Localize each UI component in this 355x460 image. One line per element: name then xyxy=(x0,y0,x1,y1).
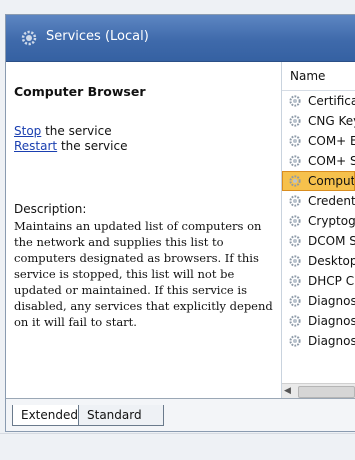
service-row[interactable]: DHCP C xyxy=(282,271,355,291)
scroll-left-icon[interactable]: ◀ xyxy=(284,386,291,396)
service-gear-icon xyxy=(289,295,301,307)
service-gear-icon xyxy=(289,255,301,267)
service-row-name: COM+ S xyxy=(308,154,355,168)
service-gear-icon xyxy=(289,235,301,247)
services-rows: Certifica CNG Key COM+ E COM+ S Comput Creden… xyxy=(282,91,355,351)
restart-action-text: the service xyxy=(57,139,128,153)
service-gear-icon xyxy=(289,215,301,227)
view-tabs: Extended Standard xyxy=(6,398,355,431)
service-row-name: Comput xyxy=(308,174,355,188)
service-row-name: DHCP C xyxy=(308,274,355,288)
service-gear-icon xyxy=(289,175,301,187)
service-detail-panel: Computer Browser Stop the service Restar… xyxy=(6,62,279,399)
scrollbar-thumb[interactable] xyxy=(298,386,355,398)
service-row-name: COM+ E xyxy=(308,134,355,148)
service-row-name: CNG Key xyxy=(308,114,355,128)
stop-link[interactable]: Stop xyxy=(14,124,41,138)
service-row-name: Diagnos xyxy=(308,314,355,328)
services-header: Services (Local) xyxy=(6,15,355,62)
tab-standard[interactable]: Standard xyxy=(78,405,164,426)
service-row[interactable]: Desktop xyxy=(282,251,355,271)
service-row[interactable]: Diagnos xyxy=(282,311,355,331)
description-text: Maintains an updated list of computers o… xyxy=(14,219,273,329)
restart-link[interactable]: Restart xyxy=(14,139,57,153)
service-row[interactable]: Comput xyxy=(282,171,355,191)
service-row-name: Cryptog xyxy=(308,214,355,228)
description-label: Description: xyxy=(14,202,87,216)
service-gear-icon xyxy=(289,315,301,327)
service-row-name: Desktop xyxy=(308,254,355,268)
service-gear-icon xyxy=(289,135,301,147)
service-name-title: Computer Browser xyxy=(14,84,146,99)
horizontal-scrollbar[interactable]: ◀ xyxy=(282,383,355,399)
service-row[interactable]: Diagnos xyxy=(282,291,355,311)
service-row[interactable]: DCOM S xyxy=(282,231,355,251)
service-gear-icon xyxy=(289,155,301,167)
service-row[interactable]: Certifica xyxy=(282,91,355,111)
service-row[interactable]: CNG Key xyxy=(282,111,355,131)
service-row[interactable]: COM+ E xyxy=(282,131,355,151)
service-row[interactable]: Credent xyxy=(282,191,355,211)
service-row[interactable]: COM+ S xyxy=(282,151,355,171)
services-list: Name CertificaCNG KeyCOM+ ECOM+ SComputC… xyxy=(281,62,355,399)
stop-action: Stop the service xyxy=(14,124,112,138)
service-row-name: Diagnos xyxy=(308,294,355,308)
service-gear-icon xyxy=(289,95,301,107)
service-row[interactable]: Diagnos xyxy=(282,331,355,351)
service-gear-icon xyxy=(289,275,301,287)
service-gear-icon xyxy=(289,335,301,347)
services-gear-icon xyxy=(21,30,37,46)
service-gear-icon xyxy=(289,115,301,127)
restart-action: Restart the service xyxy=(14,139,127,153)
header-title: Services (Local) xyxy=(46,29,149,44)
service-row-name: Certifica xyxy=(308,94,355,108)
stop-action-text: the service xyxy=(41,124,112,138)
service-gear-icon xyxy=(289,195,301,207)
services-pane: Services (Local) Computer Browser Stop t… xyxy=(5,14,355,432)
service-row[interactable]: Cryptog xyxy=(282,211,355,231)
name-column-header[interactable]: Name xyxy=(282,62,355,91)
service-row-name: Diagnos xyxy=(308,334,355,348)
service-row-name: DCOM S xyxy=(308,234,355,248)
service-row-name: Credent xyxy=(308,194,355,208)
status-bar xyxy=(0,433,355,460)
